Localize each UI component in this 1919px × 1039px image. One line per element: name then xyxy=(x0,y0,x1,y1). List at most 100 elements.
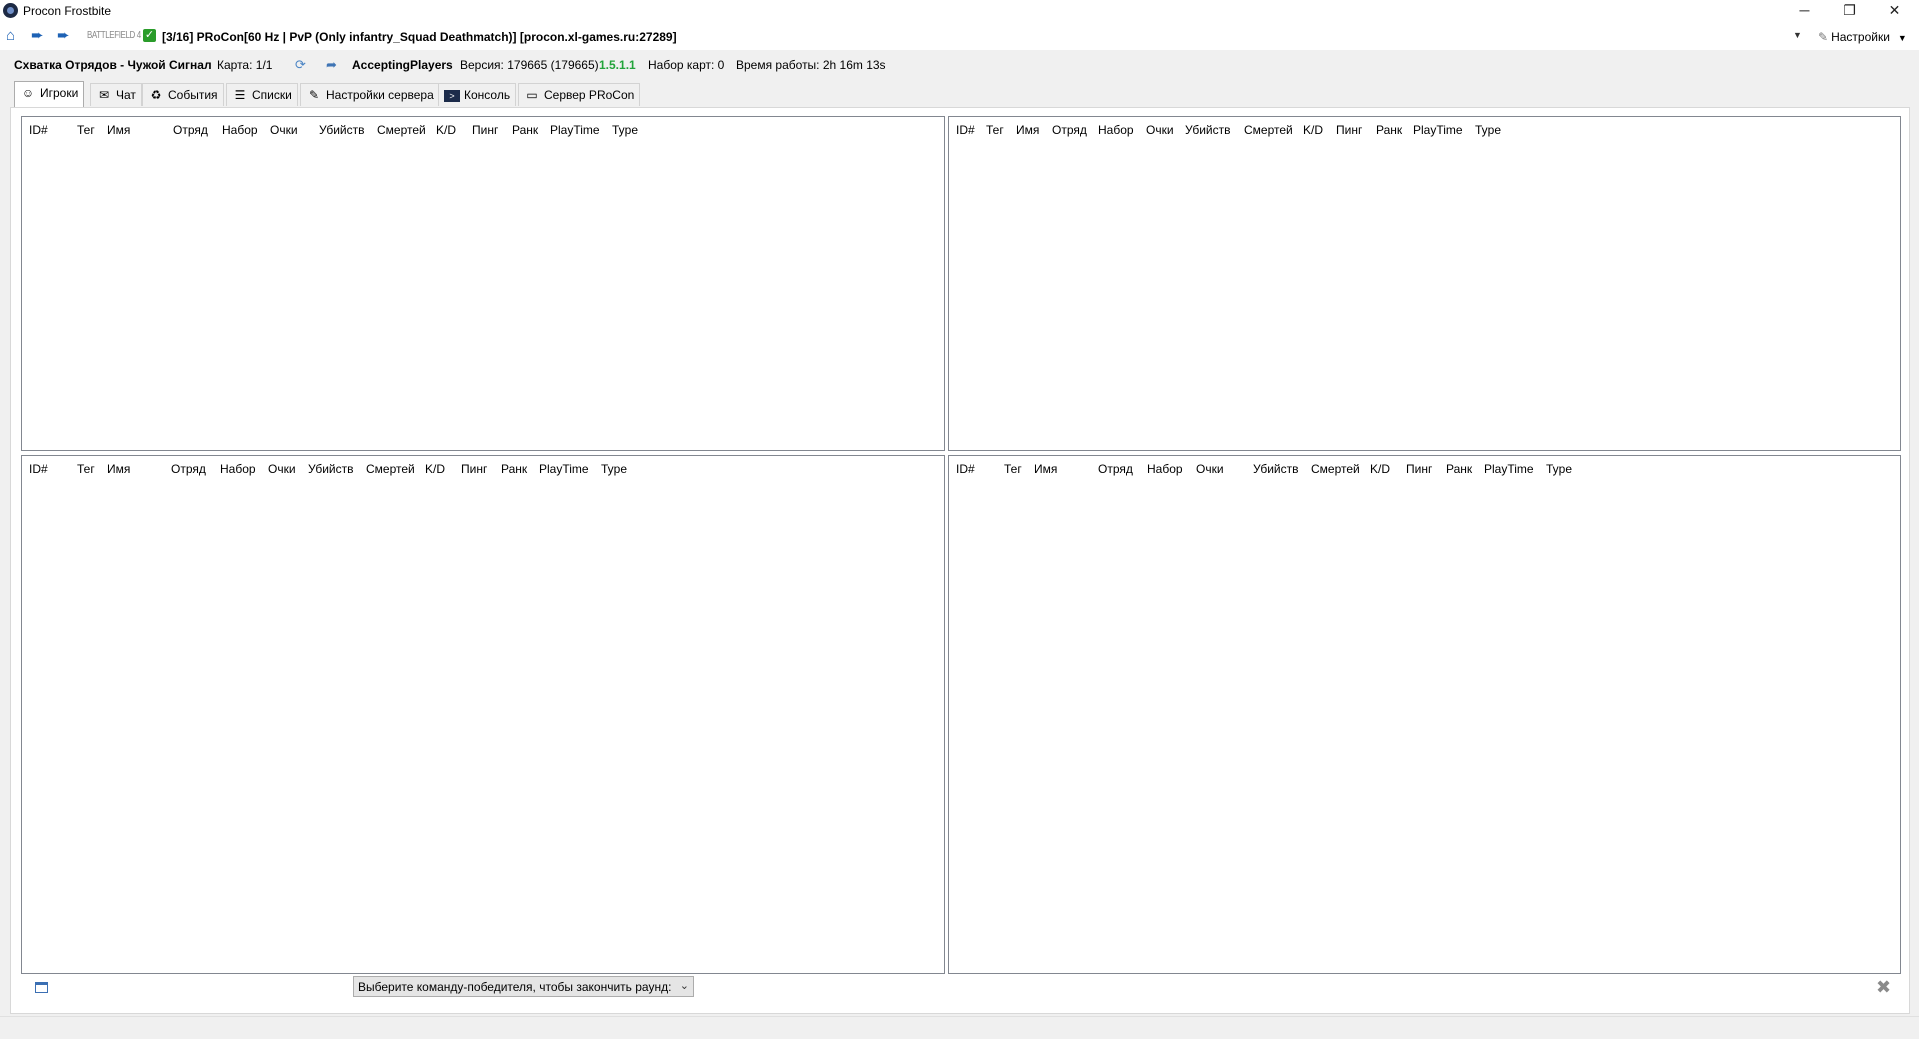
server-title: [3/16] PRoCon[60 Hz | PvP (Only infantry… xyxy=(162,30,677,44)
column-tag[interactable]: Тег xyxy=(77,462,95,476)
window-title: Procon Frostbite xyxy=(23,4,112,18)
column-deaths[interactable]: Смертей xyxy=(1244,123,1293,137)
column-name[interactable]: Имя xyxy=(1034,462,1057,476)
home-icon[interactable]: ⌂ xyxy=(6,28,22,44)
column-kd[interactable]: K/D xyxy=(436,123,456,137)
column-score[interactable]: Очки xyxy=(1146,123,1174,137)
column-kd[interactable]: K/D xyxy=(425,462,445,476)
column-name[interactable]: Имя xyxy=(1016,123,1039,137)
column-deaths[interactable]: Смертей xyxy=(377,123,426,137)
tab-console[interactable]: > Консоль xyxy=(438,83,517,106)
column-playtime[interactable]: PlayTime xyxy=(539,462,589,476)
console-icon: > xyxy=(444,89,460,102)
team-2-player-list[interactable]: ID# Тег Имя Отряд Набор Очки Убийств Сме… xyxy=(948,116,1901,451)
column-kit[interactable]: Набор xyxy=(1147,462,1183,476)
server-state: AcceptingPlayers xyxy=(352,58,453,72)
chevron-down-icon: ▼ xyxy=(1897,33,1907,43)
column-kit[interactable]: Набор xyxy=(222,123,258,137)
close-icon[interactable]: ✖ xyxy=(1876,977,1891,998)
tab-lists[interactable]: ☰ Списки xyxy=(226,83,298,106)
list-header: ID# Тег Имя Отряд Набор Очки Убийств Сме… xyxy=(949,456,1900,480)
column-tag[interactable]: Тег xyxy=(77,123,95,137)
procon-server-icon: ▭ xyxy=(526,88,538,102)
column-id[interactable]: ID# xyxy=(956,123,975,137)
server-dropdown-arrow[interactable]: ▼ xyxy=(1793,30,1802,40)
winner-select-value: Выберите команду-победителя, чтобы закон… xyxy=(358,980,672,994)
mapset-count: Набор карт: 0 xyxy=(648,58,725,72)
column-type[interactable]: Type xyxy=(1546,462,1572,476)
refresh-icon[interactable]: ⟳ xyxy=(295,57,306,73)
tab-events[interactable]: ♻ События xyxy=(142,83,224,106)
status-strip xyxy=(0,1016,1919,1039)
procon-version: 1.5.1.1 xyxy=(599,58,636,72)
column-ping[interactable]: Пинг xyxy=(472,123,498,137)
events-icon: ♻ xyxy=(150,88,162,102)
team-3-player-list[interactable]: ID# Тег Имя Отряд Набор Очки Убийств Сме… xyxy=(21,455,945,974)
column-type[interactable]: Type xyxy=(601,462,627,476)
game-mode: Схватка Отрядов - Чужой Сигнал xyxy=(14,58,212,72)
title-bar: Procon Frostbite ─ ❐ ✕ xyxy=(0,0,1919,22)
column-score[interactable]: Очки xyxy=(268,462,296,476)
column-id[interactable]: ID# xyxy=(29,123,48,137)
server-status-bar: Схватка Отрядов - Чужой Сигнал Карта: 1/… xyxy=(0,56,1919,74)
column-squad[interactable]: Отряд xyxy=(171,462,206,476)
column-squad[interactable]: Отряд xyxy=(1098,462,1133,476)
column-ping[interactable]: Пинг xyxy=(461,462,487,476)
server-uptime: Время работы: 2h 16m 13s xyxy=(736,58,886,72)
minimize-button[interactable]: ─ xyxy=(1782,0,1827,22)
tab-players[interactable]: ☺ Игроки xyxy=(14,81,85,107)
back-arrow-icon[interactable]: ➨ xyxy=(31,28,47,44)
window-icon[interactable] xyxy=(35,982,48,993)
chat-icon: ✉ xyxy=(98,88,110,102)
column-name[interactable]: Имя xyxy=(107,123,130,137)
server-state-icon: ➦ xyxy=(326,57,337,72)
column-kills[interactable]: Убийств xyxy=(308,462,354,476)
restore-button[interactable]: ❐ xyxy=(1827,0,1872,22)
column-kills[interactable]: Убийств xyxy=(1253,462,1299,476)
team-1-player-list[interactable]: ID# Тег Имя Отряд Набор Очки Убийств Сме… xyxy=(21,116,945,451)
tab-chat[interactable]: ✉ Чат xyxy=(90,83,142,106)
column-kd[interactable]: K/D xyxy=(1370,462,1390,476)
column-rank[interactable]: Ранк xyxy=(501,462,527,476)
column-squad[interactable]: Отряд xyxy=(1052,123,1087,137)
column-rank[interactable]: Ранк xyxy=(1376,123,1402,137)
column-ping[interactable]: Пинг xyxy=(1336,123,1362,137)
forward-arrow-icon[interactable]: ➨ xyxy=(57,28,73,44)
column-kd[interactable]: K/D xyxy=(1303,123,1323,137)
column-deaths[interactable]: Смертей xyxy=(1311,462,1360,476)
column-kills[interactable]: Убийств xyxy=(319,123,365,137)
column-tag[interactable]: Тег xyxy=(1004,462,1022,476)
connected-check-icon: ✓ xyxy=(143,29,156,42)
column-ping[interactable]: Пинг xyxy=(1406,462,1432,476)
column-type[interactable]: Type xyxy=(612,123,638,137)
settings-label: Настройки xyxy=(1831,30,1890,44)
column-name[interactable]: Имя xyxy=(107,462,130,476)
settings-button[interactable]: ✎ Настройки ▼ xyxy=(1818,30,1907,44)
winner-team-select[interactable]: Выберите команду-победителя, чтобы закон… xyxy=(353,976,694,997)
column-id[interactable]: ID# xyxy=(29,462,48,476)
column-playtime[interactable]: PlayTime xyxy=(1484,462,1534,476)
column-kit[interactable]: Набор xyxy=(1098,123,1134,137)
column-type[interactable]: Type xyxy=(1475,123,1501,137)
list-header: ID# Тег Имя Отряд Набор Очки Убийств Сме… xyxy=(949,117,1900,141)
column-deaths[interactable]: Смертей xyxy=(366,462,415,476)
server-settings-icon: ✎ xyxy=(308,88,320,102)
column-squad[interactable]: Отряд xyxy=(173,123,208,137)
column-rank[interactable]: Ранк xyxy=(512,123,538,137)
column-kills[interactable]: Убийств xyxy=(1185,123,1231,137)
tab-server-settings[interactable]: ✎ Настройки сервера xyxy=(300,83,440,106)
list-header: ID# Тег Имя Отряд Набор Очки Убийств Сме… xyxy=(22,456,944,480)
column-playtime[interactable]: PlayTime xyxy=(1413,123,1463,137)
column-rank[interactable]: Ранк xyxy=(1446,462,1472,476)
column-score[interactable]: Очки xyxy=(1196,462,1224,476)
column-playtime[interactable]: PlayTime xyxy=(550,123,600,137)
column-kit[interactable]: Набор xyxy=(220,462,256,476)
team-4-player-list[interactable]: ID# Тег Имя Отряд Набор Очки Убийств Сме… xyxy=(948,455,1901,974)
tab-procon-server[interactable]: ▭ Сервер PRoCon xyxy=(518,83,641,106)
players-icon: ☺ xyxy=(21,86,35,100)
column-tag[interactable]: Тег xyxy=(986,123,1004,137)
column-score[interactable]: Очки xyxy=(270,123,298,137)
lists-icon: ☰ xyxy=(234,88,246,102)
close-button[interactable]: ✕ xyxy=(1872,0,1917,22)
column-id[interactable]: ID# xyxy=(956,462,975,476)
